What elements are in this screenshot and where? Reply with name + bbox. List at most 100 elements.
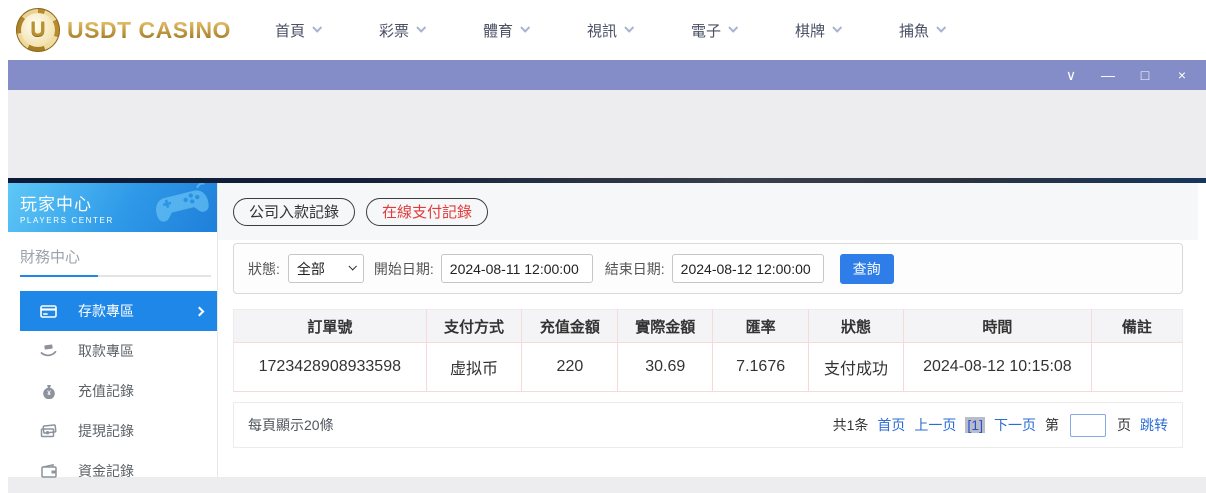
col-payment-method: 支付方式 <box>425 309 522 343</box>
pagination-bar: 每頁顯示20條 共1条 首页 上一页 [1] 下一页 第 页 跳转 <box>233 402 1183 448</box>
window-minimize-icon[interactable]: — <box>1100 68 1116 82</box>
col-actual-amount: 實際金額 <box>617 309 713 343</box>
filter-bar: 狀態: 全部 開始日期: 結束日期: 查詢 <box>233 243 1183 294</box>
nav-item-sports[interactable]: 體育 <box>482 20 531 41</box>
bank-card-icon <box>40 304 57 319</box>
window-controls: ∨ — □ × <box>1063 68 1190 82</box>
nav-item-label: 彩票 <box>378 22 409 40</box>
chevron-right-icon <box>194 306 205 316</box>
pagination-next[interactable]: 下一页 <box>994 415 1036 435</box>
brand-letter: U <box>30 18 46 41</box>
chevron-down-icon <box>624 22 635 33</box>
page-jump-input[interactable] <box>1070 413 1106 437</box>
money-bag-icon: ¥ <box>40 384 57 399</box>
per-page-label: 每頁顯示20條 <box>248 417 334 433</box>
chevron-down-icon <box>312 22 323 33</box>
status-select[interactable]: 全部 <box>287 254 364 283</box>
col-remark: 備註 <box>1090 309 1183 343</box>
nav-item-label: 捕魚 <box>899 22 930 40</box>
nav-item-label: 棋牌 <box>795 22 826 40</box>
withdraw-hand-icon <box>40 344 57 358</box>
total-count-label: 共1条 <box>832 417 869 433</box>
chevron-down-icon <box>348 262 357 271</box>
cell-remark <box>1090 342 1183 392</box>
tab-online-payment-records[interactable]: 在線支付記錄 <box>366 197 489 226</box>
sidebar-item-label: 存款專區 <box>78 303 134 319</box>
sidebar-item-label: 取款專區 <box>78 343 134 359</box>
nav-item-label: 首頁 <box>274 22 305 40</box>
col-time: 時間 <box>902 309 1092 343</box>
nav-item-label: 視訊 <box>587 22 618 40</box>
sidebar-item-withdrawal-records[interactable]: 提現記錄 <box>8 411 217 451</box>
window-titlebar: ∨ — □ × <box>8 60 1206 90</box>
col-order-number: 訂單號 <box>233 309 427 343</box>
banknotes-icon <box>40 424 57 438</box>
start-date-label: 開始日期: <box>373 260 434 277</box>
sidebar-item-label: 充值記錄 <box>78 383 134 399</box>
pagination-jump[interactable]: 跳转 <box>1140 415 1168 435</box>
brand-logo[interactable]: U USDT CASINO <box>16 8 231 52</box>
nav-item-live-video[interactable]: 視訊 <box>587 20 635 41</box>
sidebar-item-recharge-records[interactable]: ¥ 充值記錄 <box>8 371 217 411</box>
nav-item-home[interactable]: 首頁 <box>274 20 323 41</box>
nav-item-fishing[interactable]: 捕魚 <box>899 20 947 41</box>
chevron-down-icon <box>728 22 739 33</box>
jump-prefix-label: 第 <box>1045 417 1059 433</box>
sidebar-item-deposit[interactable]: 存款專區 <box>20 291 217 331</box>
records-table: 訂單號 支付方式 充值金額 實際金額 匯率 狀態 時間 備註 172342890… <box>233 309 1183 392</box>
status-select-value: 全部 <box>296 260 325 277</box>
tabs-row: 公司入款記錄 在線支付記錄 <box>218 183 1198 240</box>
col-recharge-amount: 充值金額 <box>521 309 618 343</box>
brand-name: USDT CASINO <box>67 16 231 43</box>
records-panel: 公司入款記錄 在線支付記錄 狀態: 全部 開始日期: 結束日期: 查詢 <box>218 183 1198 477</box>
sidebar-section-title: 財務中心 <box>20 249 81 266</box>
page: U USDT CASINO 首頁 彩票 體育 視訊 電子 棋牌 捕魚 ∨ — □… <box>0 0 1206 493</box>
cell-payment-method: 虚拟币 <box>425 342 522 392</box>
cell-order-number: 1723428908933598 <box>233 342 427 392</box>
cell-status: 支付成功 <box>808 342 904 392</box>
col-exchange-rate: 匯率 <box>712 309 809 343</box>
page-spacer <box>8 90 1206 178</box>
nav-item-slots[interactable]: 電子 <box>691 20 739 41</box>
window-maximize-icon[interactable]: □ <box>1137 68 1153 82</box>
table-row: 1723428908933598 虚拟币 220 30.69 7.1676 支付… <box>233 342 1183 392</box>
chevron-down-icon <box>520 22 531 33</box>
sidebar-item-funds-records[interactable]: 資金記錄 <box>8 451 217 491</box>
sidebar-section-divider <box>20 275 211 277</box>
main-content: 玩家中心 PLAYERS CENTER 財務中心 存款專區 取款專區 ¥ 充值記… <box>8 183 1198 479</box>
chevron-down-icon <box>832 22 843 33</box>
sidebar-item-label: 提現記錄 <box>78 423 134 439</box>
main-nav: 首頁 彩票 體育 視訊 電子 棋牌 捕魚 <box>274 20 947 41</box>
top-nav: U USDT CASINO 首頁 彩票 體育 視訊 電子 棋牌 捕魚 <box>0 0 1206 60</box>
cell-recharge-amount: 220 <box>521 342 618 392</box>
cell-time: 2024-08-12 10:15:08 <box>902 342 1092 392</box>
end-date-label: 結束日期: <box>604 260 665 277</box>
nav-item-chess[interactable]: 棋牌 <box>795 20 843 41</box>
brand-coin-icon: U <box>16 8 60 52</box>
svg-text:¥: ¥ <box>47 390 51 397</box>
jump-suffix-label: 页 <box>1117 417 1131 433</box>
nav-item-label: 體育 <box>482 22 513 40</box>
window-close-icon[interactable]: × <box>1174 68 1190 82</box>
wallet-icon <box>40 464 57 478</box>
pagination-prev[interactable]: 上一页 <box>914 415 956 435</box>
start-date-input[interactable] <box>440 254 593 283</box>
nav-item-lottery[interactable]: 彩票 <box>378 20 427 41</box>
end-date-input[interactable] <box>671 254 824 283</box>
status-label: 狀態: <box>248 260 280 277</box>
pagination-controls: 共1条 首页 上一页 [1] 下一页 第 页 跳转 <box>832 413 1168 437</box>
cell-exchange-rate: 7.1676 <box>712 342 809 392</box>
tab-company-deposit-records[interactable]: 公司入款記錄 <box>233 197 356 226</box>
chevron-down-icon <box>416 22 427 33</box>
nav-item-label: 電子 <box>691 22 722 40</box>
query-button[interactable]: 查詢 <box>839 253 894 284</box>
cell-actual-amount: 30.69 <box>617 342 713 392</box>
col-status: 狀態 <box>808 309 904 343</box>
pagination-current-page: [1] <box>965 417 985 433</box>
sidebar: 玩家中心 PLAYERS CENTER 財務中心 存款專區 取款專區 ¥ 充值記… <box>8 183 218 479</box>
pagination-first[interactable]: 首页 <box>877 415 905 435</box>
window-collapse-icon[interactable]: ∨ <box>1063 68 1079 82</box>
table-header-row: 訂單號 支付方式 充值金額 實際金額 匯率 狀態 時間 備註 <box>233 309 1183 343</box>
sidebar-item-withdraw[interactable]: 取款專區 <box>8 331 217 371</box>
sidebar-header: 玩家中心 PLAYERS CENTER <box>8 183 217 232</box>
